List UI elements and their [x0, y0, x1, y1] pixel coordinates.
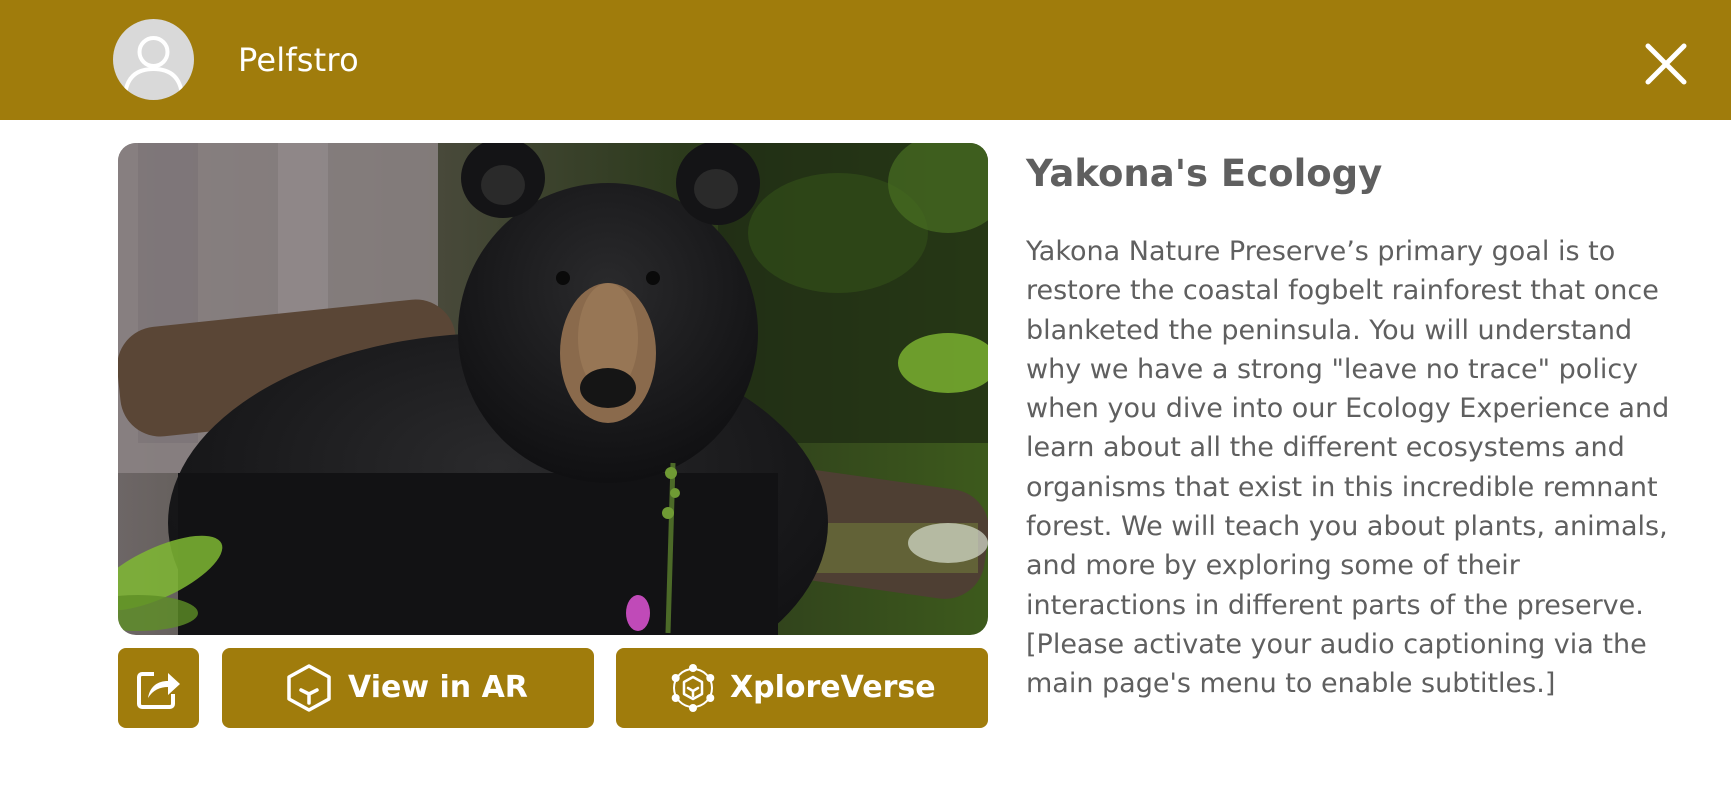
- xploreverse-icon: [671, 664, 715, 712]
- share-button[interactable]: [118, 648, 199, 728]
- view-in-ar-button[interactable]: View in AR: [222, 648, 594, 728]
- share-icon: [137, 672, 180, 709]
- description-text: Yakona Nature Preserve’s primary goal is…: [1026, 236, 1670, 700]
- view-in-ar-label: View in AR: [348, 670, 528, 705]
- page-title: Yakona's Ecology: [1026, 152, 1383, 195]
- xploreverse-button[interactable]: XploreVerse: [616, 648, 988, 728]
- ar-cube-icon: [287, 664, 331, 712]
- bear-photo: [118, 143, 988, 635]
- close-icon: [1645, 43, 1687, 85]
- user-icon: [123, 36, 184, 96]
- username: Pelfstro: [238, 41, 359, 79]
- xploreverse-label: XploreVerse: [730, 670, 936, 705]
- close-button[interactable]: [1642, 40, 1690, 88]
- top-bar: Pelfstro: [0, 0, 1731, 120]
- avatar[interactable]: [113, 19, 194, 100]
